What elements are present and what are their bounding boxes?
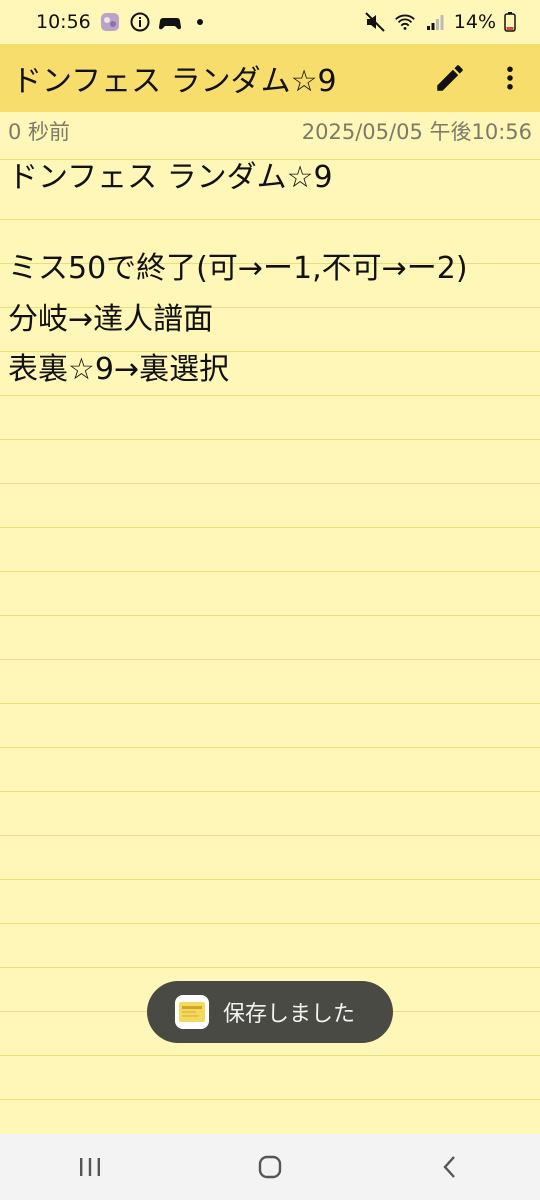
more-options-button[interactable] [480,48,540,108]
info-icon [129,11,151,33]
toast-saved: 保存しました [147,981,393,1043]
note-timestamp: 2025/05/05 午後10:56 [301,120,532,144]
battery-percent: 14% [453,11,496,33]
home-button[interactable] [240,1137,300,1197]
app-bar: ドンフェス ランダム☆9 [0,44,540,112]
note-line: ドンフェス ランダム☆9 [8,160,333,195]
home-icon [258,1155,282,1179]
recent-apps-button[interactable] [60,1137,120,1197]
note-meta: 0 秒前 2025/05/05 午後10:56 [0,112,540,150]
note-line: ミス50で終了(可→ー1,不可→ー2) [8,251,468,286]
status-left: 10:56 [36,11,211,33]
app-notification-icon [99,11,121,33]
navigation-bar [0,1134,540,1200]
status-bar: 10:56 14% [0,0,540,44]
more-vert-icon [507,66,513,90]
edit-button[interactable] [420,48,480,108]
battery-icon [504,11,516,33]
note-line: 分岐→達人譜面 [8,302,214,337]
back-chevron-icon [443,1156,455,1178]
back-button[interactable] [420,1137,480,1197]
recent-apps-icon [80,1158,100,1176]
relative-time: 0 秒前 [8,120,71,144]
signal-icon [424,11,446,33]
note-title: ドンフェス ランダム☆9 [12,64,337,99]
pencil-icon [437,65,463,91]
status-time: 10:56 [36,11,91,33]
toast-text: 保存しました [223,1002,356,1027]
note-line: 表裏☆9→裏選択 [8,352,230,387]
notification-dot-icon [189,11,211,33]
note-app-icon [175,995,209,1029]
mute-icon [364,11,386,33]
status-right: 14% [364,11,516,33]
game-controller-icon [158,11,181,33]
wifi-icon [394,11,416,33]
